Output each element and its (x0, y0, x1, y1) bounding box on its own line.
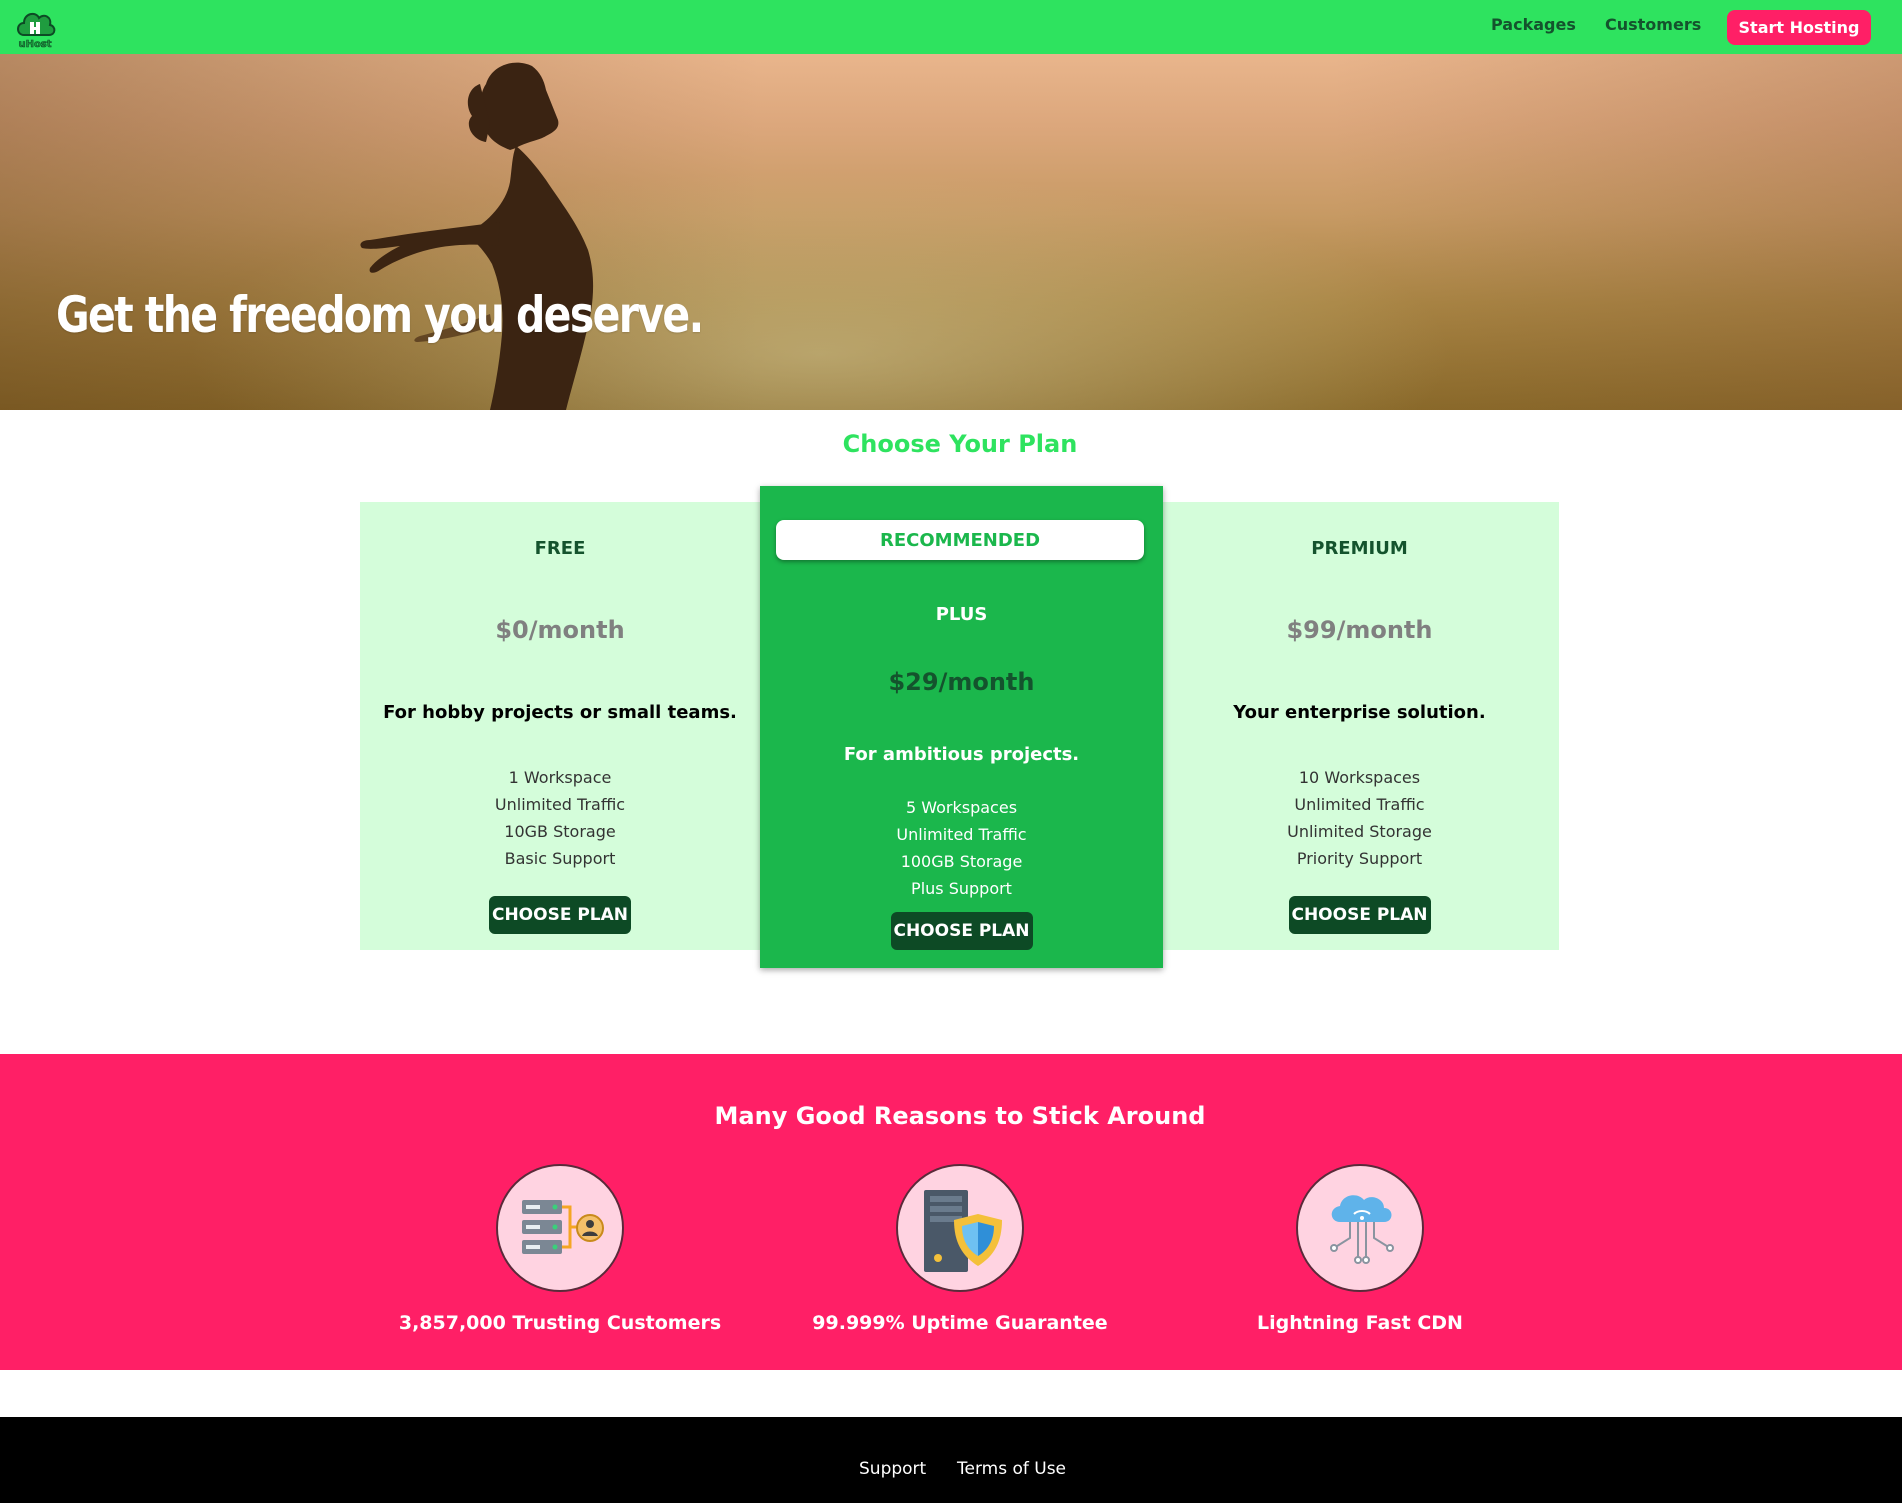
plan-feature: 5 Workspaces (905, 798, 1018, 817)
reason-item-cdn: Lightning Fast CDN (1160, 1164, 1560, 1334)
choose-plan-plus-button[interactable]: CHOOSE PLAN (890, 912, 1033, 950)
nav-link-customers[interactable]: Customers (1605, 15, 1701, 34)
reason-item-customers: 3,857,000 Trusting Customers (360, 1164, 760, 1334)
plan-feature: Priority Support (1296, 849, 1423, 868)
plan-feature: Unlimited Storage (1287, 822, 1432, 841)
plan-name: FREE (534, 538, 586, 559)
plan-card-premium: PREMIUM $99/month Your enterprise soluti… (1160, 502, 1559, 950)
reason-label: 99.999% Uptime Guarantee (812, 1312, 1108, 1334)
plan-name: PLUS (935, 604, 988, 625)
plans-section-title: Choose Your Plan (842, 430, 1078, 458)
plan-description: For hobby projects or small teams. (383, 702, 737, 723)
reason-label: 3,857,000 Trusting Customers (398, 1312, 722, 1334)
cloud-logo-icon: uHost (17, 12, 56, 50)
plan-features-list: 5 Workspaces Unlimited Traffic 100GB Sto… (760, 794, 1163, 902)
footer-link-terms[interactable]: Terms of Use (957, 1459, 1066, 1479)
plan-feature: 10 Workspaces (1298, 768, 1421, 787)
plan-feature: 1 Workspace (508, 768, 612, 787)
choose-plan-free-button[interactable]: CHOOSE PLAN (489, 896, 631, 934)
server-shield-icon (896, 1164, 1024, 1292)
plan-features-list: 10 Workspaces Unlimited Traffic Unlimite… (1160, 764, 1559, 872)
plan-description: Your enterprise solution. (1233, 702, 1486, 723)
reasons-section-title: Many Good Reasons to Stick Around (714, 1102, 1206, 1130)
hero-title: Get the freedom you deserve. (56, 286, 704, 344)
plan-description: For ambitious projects. (843, 744, 1080, 765)
plan-features-list: 1 Workspace Unlimited Traffic 10GB Stora… (360, 764, 760, 872)
choose-plan-premium-button[interactable]: CHOOSE PLAN (1288, 896, 1431, 934)
start-hosting-button[interactable]: Start Hosting (1727, 10, 1871, 45)
reason-label: Lightning Fast CDN (1257, 1312, 1463, 1334)
plan-feature: Unlimited Traffic (494, 795, 626, 814)
plan-feature: 10GB Storage (504, 822, 616, 841)
plan-feature: Unlimited Traffic (1294, 795, 1425, 814)
plan-price: $99/month (1286, 616, 1433, 644)
main-header: uHost Packages Customers Start Hosting (0, 0, 1902, 54)
recommended-badge: RECOMMENDED (776, 520, 1144, 560)
plan-name: PREMIUM (1311, 538, 1408, 559)
footer-link-support[interactable]: Support (859, 1459, 926, 1479)
plan-feature: Unlimited Traffic (896, 825, 1027, 844)
plan-card-free: FREE $0/month For hobby projects or smal… (360, 502, 760, 950)
hero-background (0, 54, 1902, 410)
plan-feature: Plus Support (911, 879, 1012, 898)
servers-customer-icon (496, 1164, 624, 1292)
plan-feature: Basic Support (504, 849, 616, 868)
reasons-section: Many Good Reasons to Stick Around 3,857,… (0, 1054, 1902, 1370)
page-footer: Support Terms of Use (0, 1417, 1902, 1503)
plan-price: $29/month (888, 668, 1035, 696)
uhost-logo[interactable]: uHost (14, 5, 56, 50)
woman-silhouette-image (360, 62, 594, 410)
plan-price: $0/month (495, 616, 625, 644)
cloud-network-icon (1296, 1164, 1424, 1292)
plan-card-plus: RECOMMENDED PLUS $29/month For ambitious… (760, 486, 1163, 968)
hero-banner: Get the freedom you deserve. (0, 54, 1902, 410)
logo-wordmark: uHost (18, 39, 51, 49)
reason-item-uptime: 99.999% Uptime Guarantee (760, 1164, 1160, 1334)
nav-link-packages[interactable]: Packages (1491, 15, 1576, 34)
plan-feature: 100GB Storage (900, 852, 1023, 871)
